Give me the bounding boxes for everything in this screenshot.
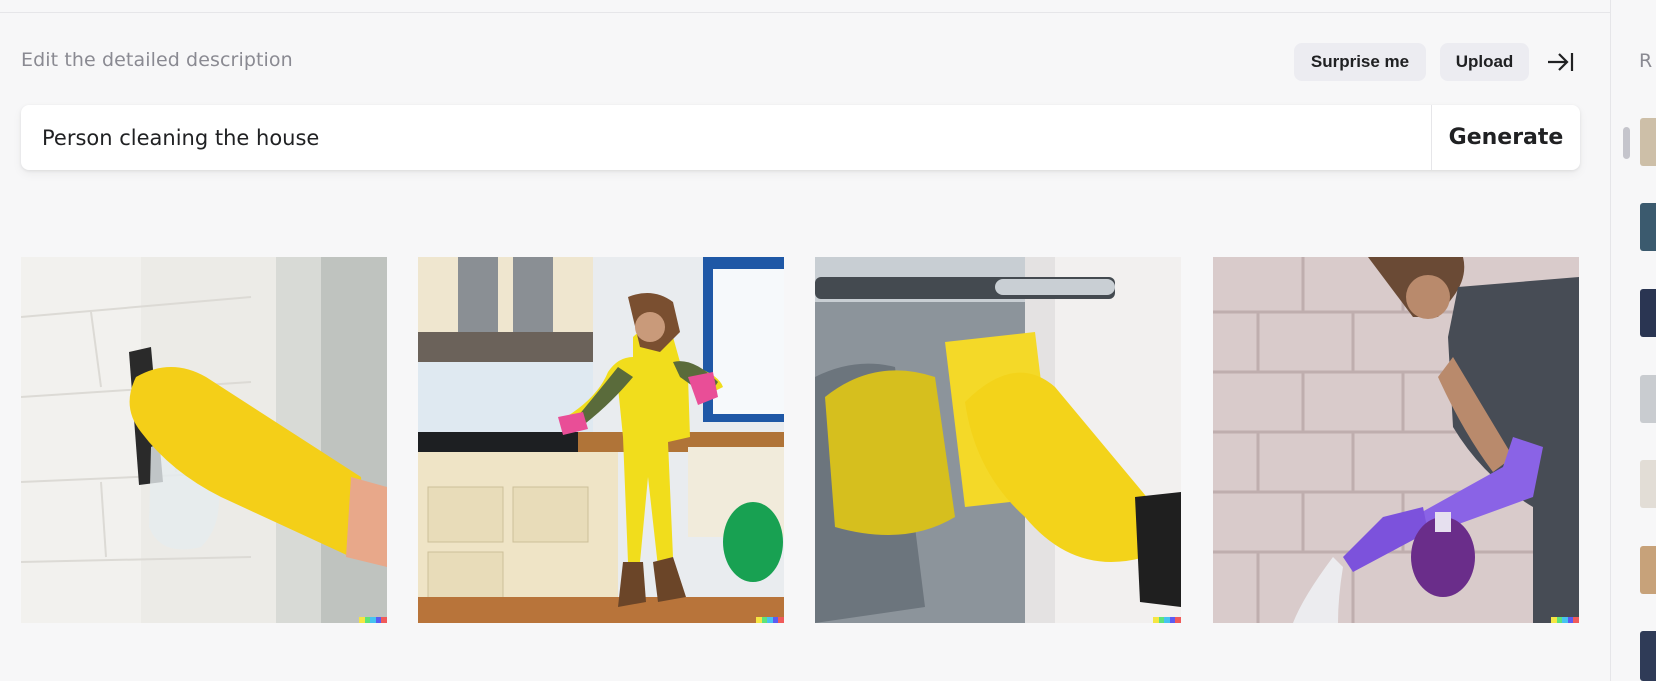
top-divider xyxy=(0,0,1610,13)
history-thumbnail[interactable] xyxy=(1640,546,1656,594)
history-sidebar: R xyxy=(1610,0,1656,681)
result-image-4[interactable] xyxy=(1213,257,1579,623)
prompt-input[interactable] xyxy=(21,105,1431,170)
signature-mark xyxy=(1551,617,1579,623)
surprise-me-button[interactable]: Surprise me xyxy=(1294,43,1426,81)
history-thumbnail[interactable] xyxy=(1640,375,1656,423)
description-label: Edit the detailed description xyxy=(21,49,293,71)
prompt-bar: Generate xyxy=(21,105,1580,170)
history-thumbnail[interactable] xyxy=(1640,631,1656,681)
history-thumbnail[interactable] xyxy=(1640,289,1656,337)
signature-mark xyxy=(756,617,784,623)
scrollbar[interactable] xyxy=(1623,127,1630,159)
history-thumbnail[interactable] xyxy=(1640,460,1656,508)
signature-mark xyxy=(1153,617,1181,623)
generate-button[interactable]: Generate xyxy=(1431,105,1580,170)
collapse-sidebar-icon[interactable] xyxy=(1545,49,1575,75)
result-image-2[interactable] xyxy=(418,257,784,623)
result-image-1[interactable] xyxy=(21,257,387,623)
sidebar-title: R xyxy=(1639,50,1653,72)
history-thumbnail[interactable] xyxy=(1640,203,1656,251)
upload-button[interactable]: Upload xyxy=(1440,43,1529,81)
signature-mark xyxy=(359,617,387,623)
history-thumbnail[interactable] xyxy=(1640,118,1656,166)
result-image-3[interactable] xyxy=(815,257,1181,623)
